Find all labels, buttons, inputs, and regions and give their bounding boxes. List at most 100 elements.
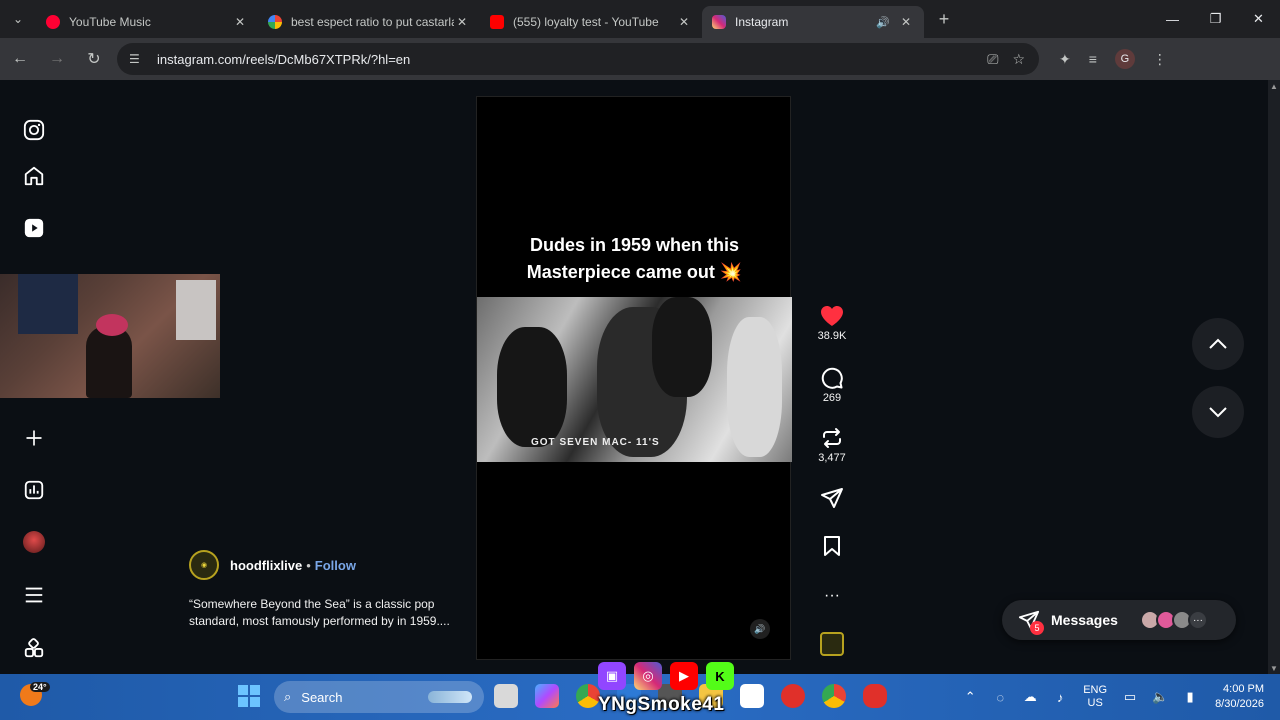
chrome-icon[interactable] <box>576 684 600 708</box>
windows-start-icon[interactable] <box>238 685 260 707</box>
messages-button[interactable]: 5 Messages ··· <box>1002 600 1236 640</box>
search-label: Search <box>301 689 343 705</box>
more-options-action[interactable]: ··· <box>812 584 852 608</box>
heart-icon[interactable] <box>820 304 844 328</box>
speaker-icon[interactable]: 🔊 <box>876 16 890 29</box>
site-info-icon[interactable]: ☰ <box>129 52 145 66</box>
messages-badge: 5 <box>1030 621 1044 635</box>
like-action[interactable]: 38.9K <box>812 304 852 342</box>
tab-youtube-loyalty-test[interactable]: (555) loyalty test - YouTube ✕ <box>480 6 702 38</box>
taskbar-search[interactable]: ⌕ Search <box>274 681 484 713</box>
author-handle[interactable]: hoodflixlive <box>230 558 302 573</box>
repost-icon[interactable] <box>820 426 844 450</box>
microphone-icon[interactable]: ♪ <box>1045 690 1075 705</box>
tab-google-search[interactable]: best espect ratio to put castarla ✕ <box>258 6 480 38</box>
browser-menu-icon[interactable]: ⋮ <box>1153 51 1167 68</box>
previous-reel-button[interactable] <box>1192 318 1244 370</box>
also-from-meta-icon[interactable] <box>22 636 46 660</box>
battery-icon[interactable]: ▮ <box>1175 689 1205 705</box>
like-count: 38.9K <box>817 330 847 342</box>
taskbar-clock[interactable]: 4:00 PM 8/30/2026 <box>1215 682 1264 712</box>
instagram-logo-icon[interactable] <box>22 118 46 142</box>
webcam-overlay <box>0 274 220 398</box>
comment-action[interactable]: 269 <box>812 366 852 404</box>
bookmark-star-icon[interactable]: ☆ <box>1012 51 1025 68</box>
webcam-person-hat <box>96 314 128 336</box>
network-icon[interactable]: ▭ <box>1115 689 1145 705</box>
snipping-tool-icon[interactable] <box>740 684 764 708</box>
tab-instagram[interactable]: Instagram 🔊 ✕ <box>702 6 924 38</box>
next-reel-button[interactable] <box>1192 386 1244 438</box>
page-scrollbar[interactable]: ▲ ▼ <box>1268 80 1280 674</box>
dashboard-icon[interactable] <box>22 478 46 502</box>
reel-video[interactable]: Dudes in 1959 when this Masterpiece came… <box>476 96 792 660</box>
messages-label: Messages <box>1051 612 1118 628</box>
save-action[interactable] <box>812 534 852 558</box>
reel-figure <box>652 297 712 397</box>
repost-action[interactable]: 3,477 <box>812 426 852 464</box>
tab-title: YouTube Music <box>69 15 151 29</box>
close-tab-icon[interactable]: ✕ <box>676 15 692 29</box>
tab-youtube-music[interactable]: YouTube Music ✕ <box>36 6 258 38</box>
close-tab-icon[interactable]: ✕ <box>898 15 914 29</box>
reel-frame-image: GOT SEVEN MAC- 11'S <box>477 297 792 462</box>
media-control-icon[interactable]: ≡ <box>1089 51 1097 67</box>
new-tab-button[interactable]: + <box>930 9 958 30</box>
url-text[interactable]: instagram.com/reels/DcMb67XTPRk/?hl=en <box>157 52 987 67</box>
share-action[interactable] <box>812 486 852 510</box>
bluetooth-icon[interactable]: ◌ <box>985 690 1015 705</box>
separator-dot: • <box>306 557 311 573</box>
youtube-favicon-icon <box>490 15 504 29</box>
capcut-icon[interactable] <box>781 684 805 708</box>
forward-icon[interactable]: → <box>40 42 74 76</box>
audio-thumbnail[interactable] <box>820 632 844 656</box>
scroll-down-icon[interactable]: ▼ <box>1270 664 1278 673</box>
create-icon[interactable] <box>22 426 46 450</box>
instagram-page: Dudes in 1959 when this Masterpiece came… <box>0 80 1268 674</box>
volume-icon[interactable]: 🔈 <box>1145 689 1175 705</box>
webcam-background-door <box>18 274 78 334</box>
reel-author: ◉ hoodflixlive • Follow “Somewhere Beyon… <box>189 550 459 630</box>
chevron-down-icon <box>1209 407 1227 418</box>
youtube-music-favicon-icon <box>46 15 60 29</box>
extensions-icon[interactable]: ✦ <box>1059 51 1071 68</box>
address-bar[interactable]: ☰ instagram.com/reels/DcMb67XTPRk/?hl=en… <box>117 43 1039 75</box>
install-app-icon[interactable]: ⎚ <box>987 51 998 68</box>
reload-icon[interactable]: ↻ <box>77 42 111 76</box>
more-menu-icon[interactable] <box>22 583 46 607</box>
close-tab-icon[interactable]: ✕ <box>232 15 248 29</box>
language-indicator[interactable]: ENG US <box>1083 684 1107 710</box>
tab-title: Instagram <box>735 15 789 29</box>
onedrive-icon[interactable]: ☁ <box>1015 689 1045 705</box>
message-avatars: ··· <box>1139 610 1208 630</box>
home-icon[interactable] <box>22 164 46 188</box>
profile-avatar[interactable] <box>22 530 46 554</box>
comment-icon[interactable] <box>820 366 844 390</box>
reel-description[interactable]: “Somewhere Beyond the Sea” is a classic … <box>189 596 459 630</box>
reels-icon[interactable] <box>22 216 46 240</box>
scroll-up-icon[interactable]: ▲ <box>1270 82 1278 91</box>
task-view-icon[interactable] <box>494 684 518 708</box>
more-dots-icon[interactable]: ··· <box>820 584 844 608</box>
clock-date: 8/30/2026 <box>1215 698 1264 710</box>
restore-icon[interactable]: ❐ <box>1194 0 1237 38</box>
comment-count: 269 <box>822 392 842 404</box>
bookmark-icon[interactable] <box>820 534 844 558</box>
author-avatar[interactable]: ◉ <box>189 550 219 580</box>
more-avatars-icon: ··· <box>1187 610 1208 630</box>
copilot-icon[interactable] <box>535 684 559 708</box>
close-tab-icon[interactable]: ✕ <box>454 15 470 29</box>
minimize-icon[interactable]: — <box>1151 0 1194 38</box>
follow-button[interactable]: Follow <box>315 558 356 573</box>
reel-figure <box>497 327 567 447</box>
microphone-app-icon[interactable] <box>863 684 887 708</box>
chrome-profile-icon[interactable] <box>822 684 846 708</box>
profile-avatar[interactable]: G <box>1114 49 1135 69</box>
share-icon[interactable] <box>820 486 844 510</box>
show-hidden-icons-icon[interactable]: ⌃ <box>955 689 985 705</box>
back-icon[interactable]: ← <box>3 42 37 76</box>
close-window-icon[interactable]: ✕ <box>1237 0 1280 38</box>
tab-search-dropdown-icon[interactable]: ⌄ <box>0 0 36 38</box>
system-tray: ⌃ ◌ ☁ ♪ ENG US ▭ 🔈 ▮ 4:00 PM 8/30/2026 <box>955 674 1280 720</box>
mute-toggle-icon[interactable]: 🔊 <box>750 619 770 639</box>
